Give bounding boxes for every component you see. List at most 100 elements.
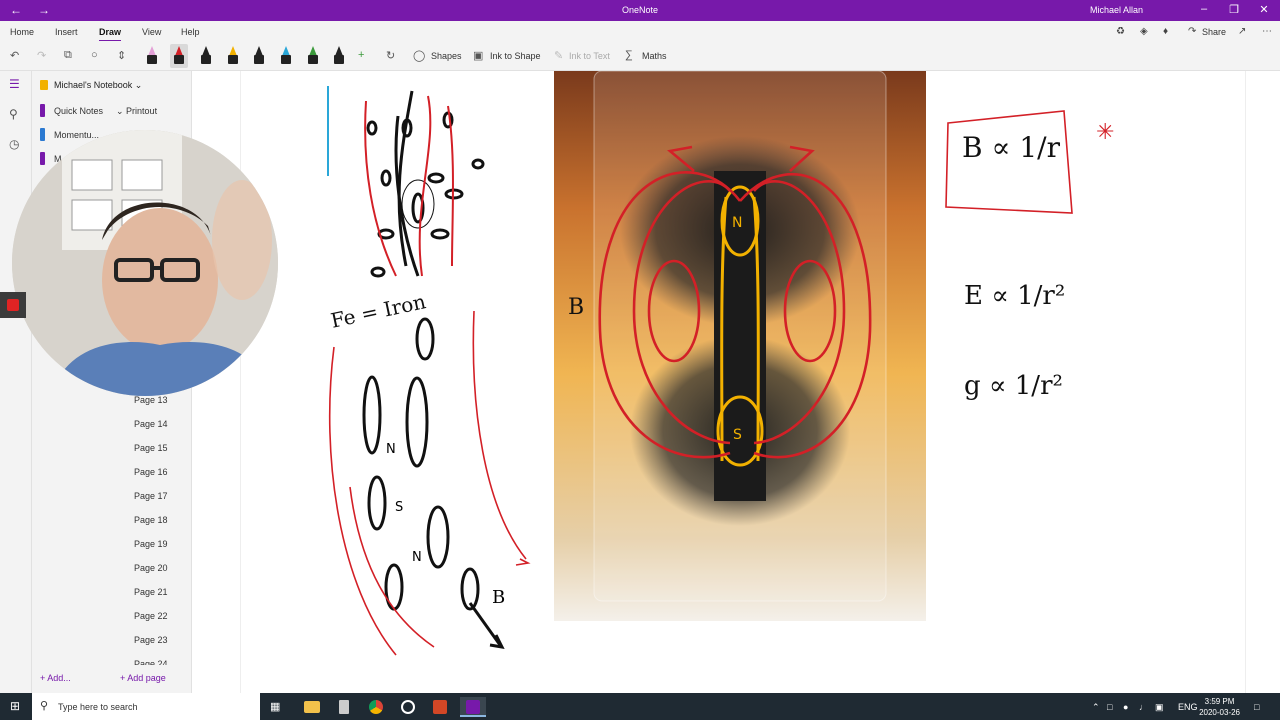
tab-help[interactable]: Help xyxy=(181,27,200,37)
tray-chevron-icon[interactable]: ⌃ xyxy=(1092,702,1100,713)
share-icon[interactable]: ↷ xyxy=(1188,26,1196,37)
lasso-select-icon[interactable]: ⧉ xyxy=(64,49,72,62)
expand-icon[interactable]: ↗ xyxy=(1238,26,1246,37)
add-space-icon[interactable]: ⇕ xyxy=(117,49,126,62)
n-label: N xyxy=(412,550,422,565)
recent-icon[interactable]: ◷ xyxy=(9,137,19,151)
page-canvas[interactable]: Fe = Iron N S N B N S B B ∝ 1/r ✳ E ∝ 1/… xyxy=(192,70,1280,693)
pen-6-icon[interactable] xyxy=(304,44,322,68)
add-bar: + Add... + Add page xyxy=(32,663,192,693)
page-item[interactable]: Page 19 xyxy=(134,539,168,549)
page-item[interactable]: Page 15 xyxy=(134,443,168,453)
b-proportional-box xyxy=(945,110,1073,214)
search-icon[interactable]: ⚲ xyxy=(9,107,18,121)
eraser-icon[interactable]: ○ xyxy=(91,49,98,61)
page-item[interactable]: Page 16 xyxy=(134,467,168,477)
s-label: S xyxy=(395,500,403,515)
pen-2-icon[interactable] xyxy=(170,44,188,68)
tab-home[interactable]: Home xyxy=(10,27,34,37)
add-page-button[interactable]: + Add page xyxy=(120,673,166,683)
tab-draw[interactable]: Draw xyxy=(99,27,122,42)
pen-7-icon[interactable] xyxy=(330,44,348,68)
restore-icon[interactable]: ❐ xyxy=(1224,3,1244,16)
chrome-icon[interactable] xyxy=(366,697,386,717)
section-color-tab xyxy=(40,104,45,117)
undo-icon[interactable]: ↶ xyxy=(10,49,19,62)
shapes-button[interactable]: Shapes xyxy=(431,51,462,61)
task-view-icon[interactable]: ▦ xyxy=(270,700,290,720)
powerpoint-icon[interactable] xyxy=(430,697,450,717)
iron-filings-sketch xyxy=(364,90,485,278)
share-button[interactable]: Share xyxy=(1202,27,1226,37)
calculator-icon[interactable] xyxy=(334,697,354,717)
magnet-photo-image: N S xyxy=(554,70,926,621)
ink-replay-icon[interactable]: ↻ xyxy=(386,49,395,62)
page-item[interactable]: Page 21 xyxy=(134,587,168,597)
shapes-icon[interactable]: ◯ xyxy=(413,49,425,62)
presenter-video xyxy=(12,130,278,396)
onenote-icon[interactable] xyxy=(460,697,486,717)
mic-icon[interactable]: ● xyxy=(1123,702,1128,712)
lightbulb-icon[interactable]: ◈ xyxy=(1140,26,1148,37)
section-group-printout[interactable]: ⌄ Printout xyxy=(116,106,157,117)
section-color-tab xyxy=(40,152,45,165)
minimize-icon[interactable]: – xyxy=(1194,3,1214,15)
tab-insert[interactable]: Insert xyxy=(55,27,78,37)
title-bar: ← → OneNote Michael Allan – ❐ ✕ xyxy=(0,0,1280,21)
clock[interactable]: 3:59 PM 2020-03-26 xyxy=(1199,696,1240,718)
ribbon-tabs: Home Insert Draw View Help ♻ ◈ ♦ ↷ Share… xyxy=(0,21,1280,42)
record-button[interactable] xyxy=(0,292,26,318)
n-label: N xyxy=(386,442,396,457)
page-item[interactable]: Page 13 xyxy=(134,395,168,405)
pen-1-icon[interactable] xyxy=(143,44,161,68)
b-vector-label: B xyxy=(568,295,585,320)
webcam-overlay[interactable] xyxy=(12,130,278,396)
pen-3-icon[interactable] xyxy=(197,44,215,68)
add-pen-icon[interactable]: + xyxy=(358,49,364,61)
ink-to-shape-icon[interactable]: ▣ xyxy=(473,49,483,62)
sync-icon[interactable]: ♻ xyxy=(1116,26,1125,37)
page-item[interactable]: Page 22 xyxy=(134,611,168,621)
page-item[interactable]: Page 23 xyxy=(134,635,168,645)
pen-4-icon[interactable] xyxy=(250,44,268,68)
section-quick-notes[interactable]: Quick Notes xyxy=(40,101,115,121)
bell-icon[interactable]: ♦ xyxy=(1163,26,1168,37)
highlighter-1-icon[interactable] xyxy=(224,44,242,68)
magnet-photo[interactable]: N S xyxy=(554,70,926,621)
pen-5-icon[interactable] xyxy=(277,44,295,68)
search-icon: ⚲ xyxy=(40,700,49,712)
volume-icon[interactable]: ♩ xyxy=(1139,702,1148,712)
page-item[interactable]: Page 18 xyxy=(134,515,168,525)
close-icon[interactable]: ✕ xyxy=(1254,3,1274,16)
b-proportional-label: B ∝ 1/r xyxy=(962,131,1060,164)
e-proportional-label: E ∝ 1/r² xyxy=(964,281,1066,311)
battery-icon[interactable]: ▣ xyxy=(1155,702,1164,713)
b-field-label: B xyxy=(492,587,505,608)
maths-button[interactable]: Maths xyxy=(642,51,667,61)
windows-start-icon[interactable]: ⊞ xyxy=(10,699,20,713)
notifications-icon[interactable]: □ xyxy=(1254,702,1259,712)
asterisk-mark: ✳ xyxy=(1096,119,1115,144)
network-icon[interactable]: □ xyxy=(1107,702,1112,712)
more-icon[interactable]: ⋯ xyxy=(1262,26,1272,37)
section-color-tab xyxy=(40,128,45,141)
user-name[interactable]: Michael Allan xyxy=(1090,5,1143,15)
maths-icon[interactable]: ∑ xyxy=(625,49,633,61)
ink-to-text-icon: ✎ xyxy=(554,50,564,62)
photos-icon[interactable] xyxy=(398,697,418,717)
ink-to-shape-button[interactable]: Ink to Shape xyxy=(490,51,541,61)
page-item[interactable]: Page 20 xyxy=(134,563,168,573)
file-explorer-icon[interactable] xyxy=(302,697,322,717)
ink-to-text-button: Ink to Text xyxy=(569,51,610,61)
notebooks-icon[interactable]: ☰ xyxy=(9,77,20,91)
taskbar-search[interactable]: ⚲ Type here to search xyxy=(32,693,260,720)
language-indicator[interactable]: ENG xyxy=(1178,702,1198,712)
iron-chain-sketch: N S N B xyxy=(328,310,531,656)
redo-icon[interactable]: ↷ xyxy=(37,49,46,62)
page-margin-line xyxy=(240,71,241,693)
add-section-button[interactable]: + Add... xyxy=(40,673,71,683)
page-item[interactable]: Page 17 xyxy=(134,491,168,501)
window-title: OneNote xyxy=(621,5,659,15)
page-item[interactable]: Page 14 xyxy=(134,419,168,429)
tab-view[interactable]: View xyxy=(142,27,161,37)
